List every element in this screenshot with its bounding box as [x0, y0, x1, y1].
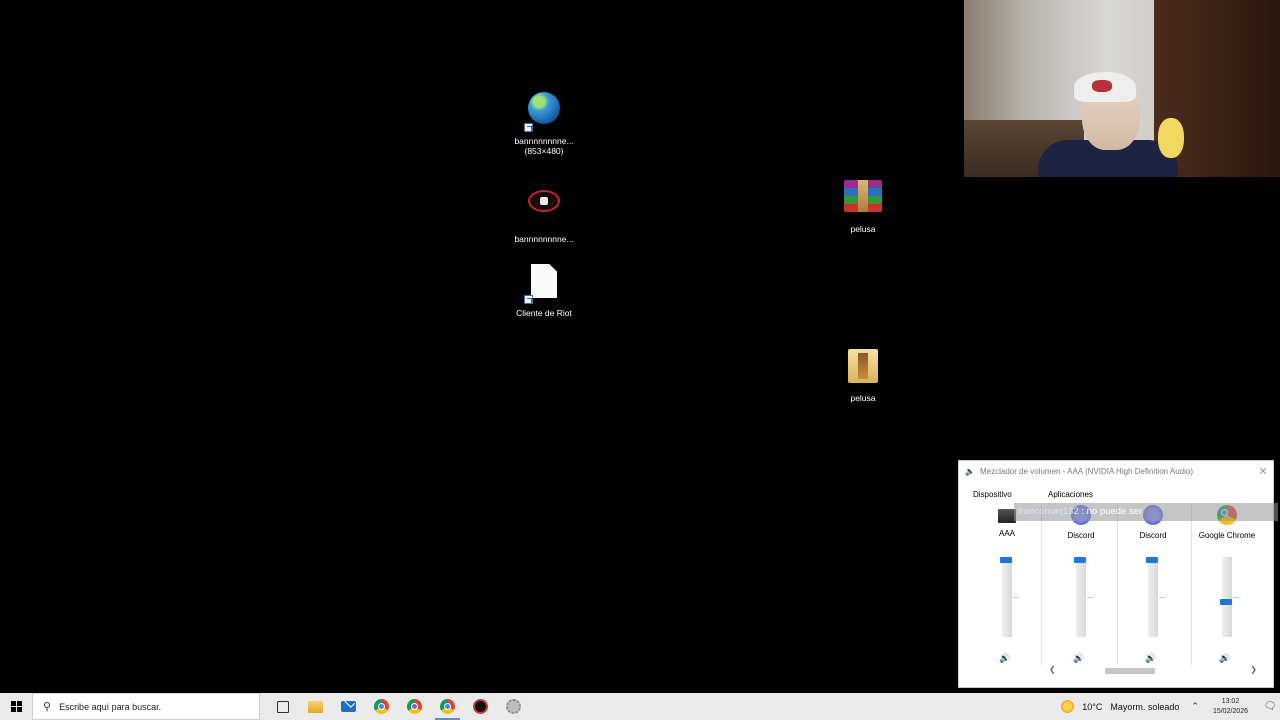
volume-slider-thumb[interactable] — [1074, 557, 1086, 563]
device-header: Dispositivo — [973, 490, 1012, 499]
settings-app-button[interactable] — [497, 693, 530, 720]
taskbar: ⚲ Escribe aquí para buscar. 10°C Mayorm.… — [0, 693, 1280, 720]
desktop-icon-sublabel: (853×480) — [524, 146, 564, 156]
mixer-channel-chrome: Google Chrome 🔊 — [1191, 505, 1263, 671]
speaker-mute-icon[interactable]: 🔊 — [1219, 653, 1230, 664]
chrome-profile-button[interactable] — [398, 693, 431, 720]
file-explorer-button[interactable] — [299, 693, 332, 720]
volume-slider-thumb[interactable] — [1220, 599, 1232, 605]
chrome-icon — [440, 699, 455, 714]
chrome-button[interactable] — [365, 693, 398, 720]
channel-name: Google Chrome — [1198, 531, 1256, 540]
chat-username: francomaq132 — [1018, 506, 1079, 517]
folder-icon — [308, 700, 323, 713]
clock-date: 15/02/2026 — [1212, 707, 1248, 715]
streamer-cap — [1074, 72, 1136, 102]
chevron-up-icon[interactable]: ⌃ — [1191, 701, 1199, 712]
volume-slider-track[interactable] — [1076, 557, 1086, 637]
volume-slider-track[interactable] — [1222, 557, 1232, 637]
chat-text: : no puede ser — [1078, 506, 1143, 517]
volume-mixer-window: 🔈 Mezclador de volumen - AAA (NVIDIA Hig… — [958, 460, 1274, 688]
task-view-icon — [276, 700, 289, 713]
mixer-titlebar[interactable]: 🔈 Mezclador de volumen - AAA (NVIDIA Hig… — [959, 461, 1273, 481]
search-placeholder: Escribe aquí para buscar. — [59, 701, 162, 712]
weather-desc: Mayorm. soleado — [1110, 701, 1180, 712]
volume-slider-track[interactable] — [1148, 557, 1158, 637]
close-icon[interactable]: ✕ — [1253, 465, 1273, 478]
channel-name: AAA — [998, 529, 1015, 538]
channel-name: Discord — [1067, 531, 1095, 540]
weather-widget[interactable]: 10°C Mayorm. soleado — [1061, 700, 1179, 713]
mixer-channel-device: AAA 🔊 — [971, 505, 1043, 671]
mail-icon — [341, 701, 356, 712]
speaker-mute-icon[interactable]: 🔊 — [999, 653, 1010, 664]
shortcut-arrow-icon — [524, 295, 533, 304]
taskbar-search[interactable]: ⚲ Escribe aquí para buscar. — [32, 693, 260, 720]
desktop-icon-pelusa-folder[interactable]: pelusa — [823, 347, 903, 403]
scroll-right-icon[interactable]: ❯ — [1250, 665, 1257, 674]
rar-archive-icon — [843, 349, 883, 389]
desktop-icon-pelusa-winrar[interactable]: pelusa — [823, 176, 903, 234]
winrar-icon — [843, 180, 883, 220]
riot-icon — [473, 699, 488, 714]
clock[interactable]: 13:02 15/02/2026 — [1213, 697, 1248, 717]
chrome-active-button[interactable] — [431, 693, 464, 720]
notification-icon[interactable]: 🗨 — [1260, 693, 1280, 720]
speaker-icon: 🔈 — [965, 466, 975, 476]
desktop-icon-label: pelusa — [850, 393, 876, 403]
task-view-button[interactable] — [266, 693, 299, 720]
mail-button[interactable] — [332, 693, 365, 720]
mixer-scrollbar[interactable]: ❮ ❯ — [1045, 665, 1261, 677]
sun-icon — [1061, 700, 1075, 713]
volume-slider-track[interactable] — [1002, 557, 1012, 637]
mixer-title: Mezclador de volumen - AAA (NVIDIA High … — [980, 466, 1193, 476]
desktop-icon-label: pelusa — [850, 224, 876, 234]
desktop-icon-label: bannnnnnnne... — [514, 234, 574, 244]
gear-icon — [506, 699, 521, 714]
chat-overlay-message: francomaq132 : no puede ser — [1014, 503, 1278, 521]
webcam-overlay — [964, 0, 1280, 177]
riot-app-icon — [524, 190, 564, 230]
file-icon — [524, 264, 564, 304]
search-icon: ⚲ — [43, 701, 52, 713]
mixer-channel-discord: Discord 🔊 — [1045, 505, 1117, 671]
scroll-left-icon[interactable]: ❮ — [1049, 665, 1056, 674]
speaker-mute-icon[interactable]: 🔊 — [1145, 653, 1156, 664]
desktop-icon-label: bannnnnnnne... — [514, 136, 574, 146]
start-button[interactable] — [0, 693, 32, 720]
volume-slider-thumb[interactable] — [1000, 557, 1012, 563]
desktop-icon-bann-video[interactable]: bannnnnnnne... (853×480) — [504, 90, 584, 156]
desktop-icon-riot-client[interactable]: Cliente de Riot — [504, 262, 584, 318]
weather-temp: 10°C — [1082, 701, 1103, 712]
volume-slider-thumb[interactable] — [1146, 557, 1158, 563]
scrollbar-thumb[interactable] — [1105, 668, 1155, 674]
chrome-profile-icon — [407, 699, 422, 714]
speaker-mute-icon[interactable]: 🔊 — [1073, 653, 1084, 664]
globe-icon — [524, 92, 564, 132]
desktop-icon-bann-app[interactable]: bannnnnnnne... — [504, 180, 584, 244]
riot-client-button[interactable] — [464, 693, 497, 720]
channel-name: Discord — [1139, 531, 1167, 540]
clock-time: 13:02 — [1221, 697, 1240, 705]
apps-header: Aplicaciones — [1048, 490, 1093, 499]
desktop-icon-label: Cliente de Riot — [516, 308, 572, 318]
windows-logo-icon — [10, 701, 22, 712]
mixer-channel-discord-2: Discord 🔊 — [1117, 505, 1189, 671]
shortcut-arrow-icon — [524, 123, 533, 132]
chrome-icon — [374, 699, 389, 714]
plush-duck — [1158, 118, 1184, 158]
